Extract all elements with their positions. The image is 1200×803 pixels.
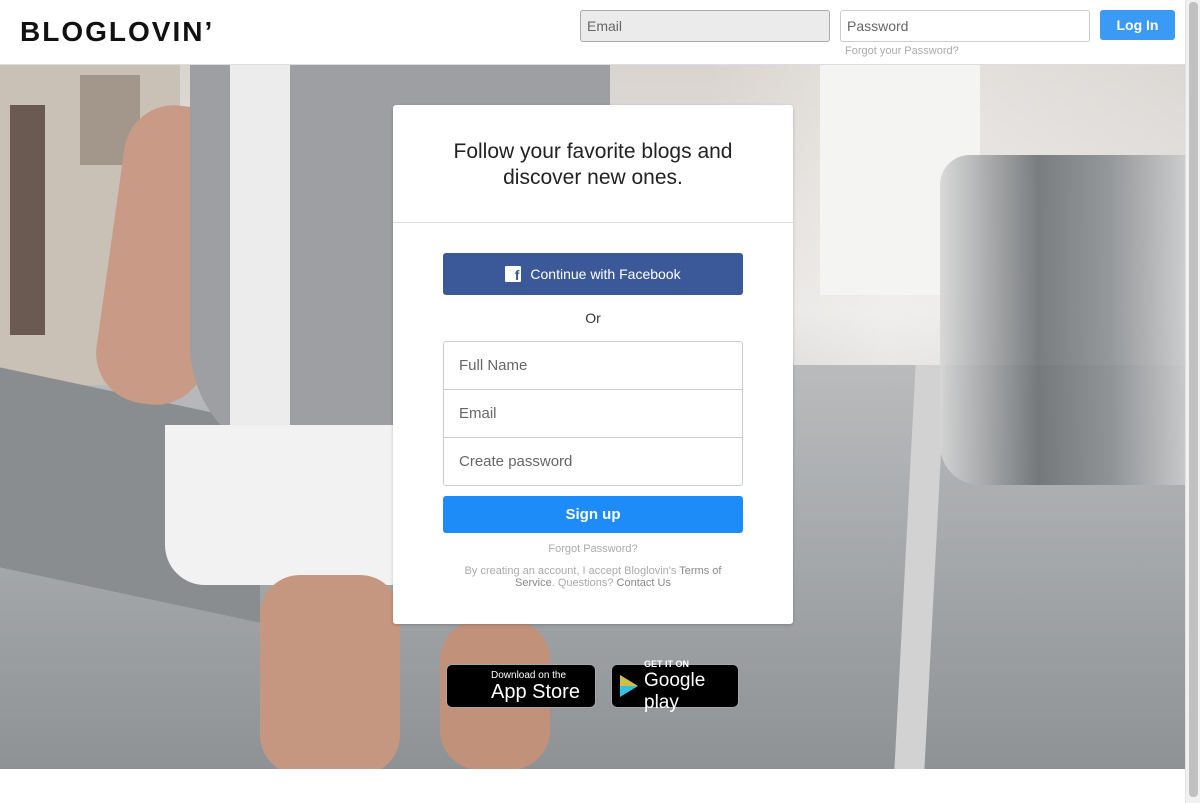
facebook-login-button[interactable]: f Continue with Facebook [443,253,743,295]
signup-card: Follow your favorite blogs and discover … [393,105,793,624]
facebook-button-label: Continue with Facebook [530,266,681,282]
or-separator: Or [585,310,601,326]
photo-leg [260,575,400,769]
photo-door [10,105,45,335]
site-logo[interactable]: BLOGLOVIN’ [20,16,214,48]
photo-skirt [165,425,405,585]
app-store-small-text: Download on the [491,669,567,681]
google-play-icon [620,675,638,697]
google-play-small-text: GET IT ON [644,658,689,669]
terms-prefix: By creating an account, I accept Bloglov… [464,565,680,577]
create-password-input[interactable] [443,437,743,486]
top-header: BLOGLOVIN’ Log In Forgot your Password? [0,0,1185,65]
google-play-badge[interactable]: GET IT ON Google play [611,659,739,713]
google-play-big-text: Google play [644,669,706,713]
login-button[interactable]: Log In [1100,10,1175,40]
header-password-input[interactable] [840,10,1090,42]
header-forgot-password-link[interactable]: Forgot your Password? [845,45,959,57]
app-store-badge[interactable]: Download on the App Store [446,664,596,708]
forgot-password-link[interactable]: Forgot Password? [393,543,793,555]
signup-email-input[interactable] [443,389,743,438]
terms-notice: By creating an account, I accept Bloglov… [453,565,733,589]
full-name-input[interactable] [443,341,743,390]
signup-button[interactable]: Sign up [443,496,743,533]
terms-mid: . Questions? [551,577,617,589]
app-store-big-text: App Store [491,680,580,703]
facebook-icon: f [505,266,522,282]
divider [393,222,793,223]
contact-us-link[interactable]: Contact Us [617,577,671,589]
page-scrollbar[interactable] [1185,0,1200,803]
scrollbar-thumb[interactable] [1189,2,1198,797]
photo-parked-cars [940,155,1185,485]
signup-title: Follow your favorite blogs and discover … [453,140,733,189]
header-email-input[interactable] [580,10,830,42]
